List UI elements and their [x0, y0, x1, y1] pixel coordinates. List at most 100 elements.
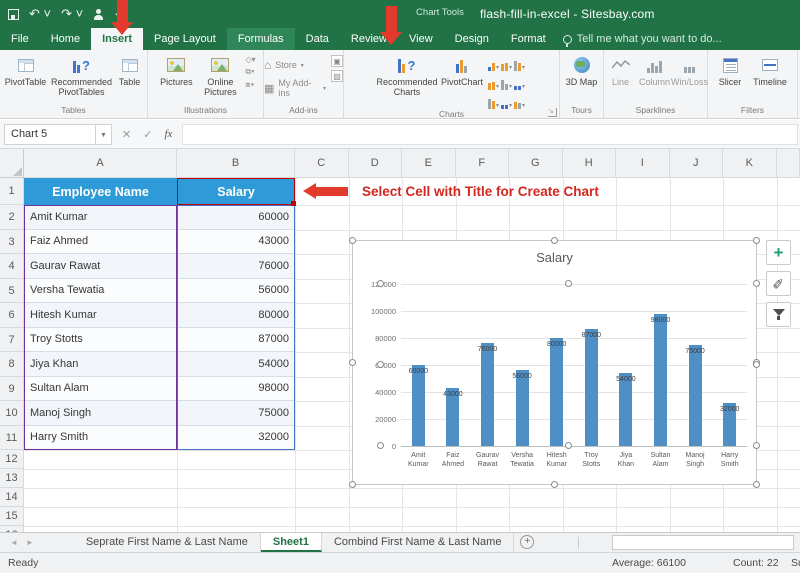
- table-cell-name[interactable]: Jiya Khan: [24, 352, 177, 377]
- row-header-9[interactable]: 9: [0, 377, 24, 402]
- tab-formulas[interactable]: Formulas: [227, 28, 295, 50]
- addin-extra-icon[interactable]: ▣: [331, 55, 343, 67]
- chart-bar[interactable]: [585, 329, 598, 446]
- chart-type-icon[interactable]: ▾: [501, 55, 512, 71]
- row-header-13[interactable]: 13: [0, 469, 24, 488]
- name-box-dropdown-icon[interactable]: ▼: [96, 124, 112, 145]
- ribbon-button-recommended-pivottables[interactable]: ?Recommended PivotTables: [50, 53, 114, 99]
- formula-input[interactable]: [182, 124, 798, 145]
- table-cell-name[interactable]: Faiz Ahmed: [24, 230, 177, 255]
- ribbon-button-table[interactable]: Table: [115, 53, 145, 89]
- row-header-15[interactable]: 15: [0, 507, 24, 526]
- chart-bar[interactable]: [550, 338, 563, 446]
- ribbon-button-pivottable[interactable]: PivotTable: [3, 53, 49, 89]
- chart-selection-handle[interactable]: [349, 359, 356, 366]
- chart-bar[interactable]: [654, 314, 667, 446]
- chart-selection-handle[interactable]: [753, 481, 760, 488]
- tab-home[interactable]: Home: [40, 28, 91, 50]
- ribbon-button-my-add-ins[interactable]: ▦My Add-ins▾: [264, 78, 326, 98]
- addin-extra-icon[interactable]: ▨: [331, 70, 343, 82]
- row-header-1[interactable]: 1: [0, 178, 24, 205]
- table-cell-name[interactable]: Amit Kumar: [24, 205, 177, 230]
- ribbon-button-3d-map[interactable]: 3D Map: [564, 53, 600, 89]
- row-header-14[interactable]: 14: [0, 488, 24, 507]
- row-header-7[interactable]: 7: [0, 328, 24, 353]
- table-cell-name[interactable]: Sultan Alam: [24, 377, 177, 402]
- table-cell-salary[interactable]: 60000: [177, 205, 295, 230]
- table-cell-name[interactable]: Harry Smith: [24, 426, 177, 451]
- scrollbar-thumb[interactable]: [612, 535, 794, 550]
- chart-type-icon[interactable]: ▾: [501, 74, 512, 90]
- tell-me-box[interactable]: Tell me what you want to do...: [563, 28, 722, 50]
- row-header-3[interactable]: 3: [0, 230, 24, 255]
- ribbon-button-timeline[interactable]: Timeline: [748, 53, 792, 89]
- column-header-F[interactable]: F: [456, 149, 510, 178]
- save-icon[interactable]: [8, 9, 19, 20]
- row-header-5[interactable]: 5: [0, 279, 24, 304]
- column-header-C[interactable]: C: [295, 149, 349, 178]
- enter-icon[interactable]: ✓: [143, 128, 152, 141]
- chart-type-icon[interactable]: ▾: [488, 55, 499, 71]
- ribbon-button-recommended-charts[interactable]: ?Recommended Charts: [376, 53, 438, 99]
- table-header-employee-name[interactable]: Employee Name: [24, 178, 177, 205]
- plot-area-handle[interactable]: [753, 442, 760, 449]
- charts-dialog-launcher-icon[interactable]: ↘: [548, 108, 557, 117]
- chart-bar[interactable]: [689, 345, 702, 446]
- ribbon-button-slicer[interactable]: Slicer: [713, 53, 747, 89]
- shapes-icon[interactable]: ◇▾: [245, 55, 255, 64]
- table-cell-salary[interactable]: 54000: [177, 352, 295, 377]
- horizontal-scrollbar[interactable]: [540, 533, 800, 552]
- chart-type-icon[interactable]: ▾: [488, 74, 499, 90]
- table-cell-name[interactable]: Troy Stotts: [24, 328, 177, 353]
- tab-view[interactable]: View: [398, 28, 444, 50]
- chart-selection-handle[interactable]: [753, 237, 760, 244]
- plot-area-handle[interactable]: [753, 280, 760, 287]
- table-cell-salary[interactable]: 98000: [177, 377, 295, 402]
- chart-filters-button[interactable]: [766, 302, 791, 327]
- column-header-partial[interactable]: [777, 149, 800, 178]
- name-box[interactable]: Chart 5: [4, 124, 96, 145]
- select-all-corner[interactable]: [0, 149, 24, 178]
- chart-type-icon[interactable]: ▾: [488, 93, 499, 109]
- tab-design[interactable]: Design: [444, 28, 500, 50]
- row-header-12[interactable]: 12: [0, 450, 24, 469]
- column-header-B[interactable]: B: [177, 149, 295, 178]
- plot-area-handle[interactable]: [565, 442, 572, 449]
- sheet-nav-right-icon[interactable]: ►: [26, 538, 34, 547]
- chart-bar[interactable]: [481, 343, 494, 446]
- ribbon-button-win-loss[interactable]: Win/Loss: [674, 53, 706, 89]
- row-header-2[interactable]: 2: [0, 205, 24, 230]
- sheet-tab-combind-first-name-last-name[interactable]: Combind First Name & Last Name: [322, 533, 515, 552]
- column-header-A[interactable]: A: [24, 149, 177, 178]
- chart-bar[interactable]: [516, 370, 529, 446]
- sheet-tab-sheet1[interactable]: Sheet1: [261, 533, 322, 552]
- chart-selection-handle[interactable]: [551, 237, 558, 244]
- chart-type-icon[interactable]: ▾: [501, 93, 512, 109]
- table-cell-salary[interactable]: 43000: [177, 230, 295, 255]
- ribbon-button-column[interactable]: Column: [637, 53, 673, 89]
- column-header-D[interactable]: D: [349, 149, 403, 178]
- chart-styles-button[interactable]: ✎: [766, 271, 791, 296]
- row-header-10[interactable]: 10: [0, 401, 24, 426]
- ribbon-button-store[interactable]: ⌂Store▾: [264, 55, 326, 75]
- sheet-nav-left-icon[interactable]: ◄: [10, 538, 18, 547]
- tab-format[interactable]: Format: [500, 28, 557, 50]
- row-header-6[interactable]: 6: [0, 303, 24, 328]
- chart-type-icon[interactable]: ▾: [514, 74, 525, 90]
- plot-area-handle[interactable]: [377, 442, 384, 449]
- table-cell-salary[interactable]: 76000: [177, 254, 295, 279]
- column-header-K[interactable]: K: [723, 149, 777, 178]
- table-cell-salary[interactable]: 87000: [177, 328, 295, 353]
- screenshot-icon[interactable]: ⧈▾: [245, 80, 255, 90]
- row-header-11[interactable]: 11: [0, 426, 24, 451]
- column-header-G[interactable]: G: [509, 149, 563, 178]
- ribbon-button-online-pictures[interactable]: Online Pictures: [198, 53, 242, 99]
- chart-type-icon[interactable]: ▾: [514, 55, 525, 71]
- sheet-tab-seprate-first-name-last-name[interactable]: Seprate First Name & Last Name: [74, 533, 261, 552]
- chart-bar[interactable]: [619, 373, 632, 446]
- salary-chart[interactable]: Salary0200004000060000800001000001200006…: [352, 240, 757, 485]
- table-cell-salary[interactable]: 75000: [177, 401, 295, 426]
- table-header-salary[interactable]: Salary: [177, 178, 295, 205]
- table-cell-name[interactable]: Gaurav Rawat: [24, 254, 177, 279]
- tab-page-layout[interactable]: Page Layout: [143, 28, 227, 50]
